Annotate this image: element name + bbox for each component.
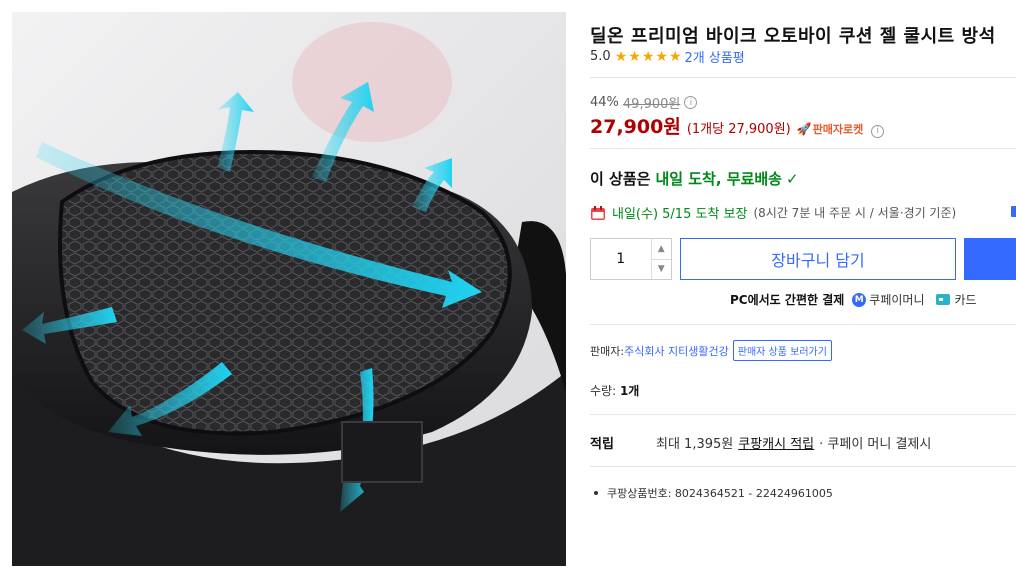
delivery-note: (8시간 7분 내 주문 시 / 서울·경기 기준) [753, 206, 957, 220]
star-icon: ★ [628, 48, 641, 65]
price-row: 27,900원 (1개당 27,900원) 🚀 판매자로켓 i [590, 112, 885, 139]
sale-price: 27,900원 [590, 116, 681, 138]
divider [590, 414, 1016, 415]
delivery-date: 내일(수) 5/15 도착 보장 [612, 207, 748, 222]
quantity-increase-button[interactable]: ▲ [652, 239, 672, 259]
divider [590, 148, 1016, 149]
card-label[interactable]: 카드 [954, 291, 976, 308]
reward-suffix: · 쿠페이 머니 결제시 [819, 437, 932, 452]
info-icon[interactable]: i [871, 124, 885, 138]
product-number-text: 쿠팡상품번호: 8024364521 - 22424961005 [607, 487, 833, 500]
quantity-stepper: 1 ▲ ▼ [590, 238, 672, 280]
unit-price: (1개당 27,900원) [686, 122, 791, 137]
payment-label: PC에서도 간편한 결제 [730, 293, 845, 307]
product-number: 쿠팡상품번호: 8024364521 - 22424961005 [594, 485, 833, 501]
rating-row: 5.0 ★ ★ ★ ★ ★ 2개 상품평 [590, 47, 745, 66]
card-icon [936, 294, 951, 305]
divider [590, 324, 1016, 325]
bullet [594, 491, 598, 495]
payment-options: PC에서도 간편한 결제 M 쿠페이머니 카드 [730, 291, 977, 308]
product-info-panel: 딜온 프리미엄 바이크 오토바이 쿠션 젤 쿨시트 방석 5.0 ★ ★ ★ ★ ★ 2… [590, 0, 1016, 574]
seller-label: 판매자: [590, 344, 625, 358]
delivery-headline-highlight: 내일 도착, 무료배송 [655, 170, 782, 188]
calendar-icon [591, 205, 605, 220]
reward-label: 적립 [590, 437, 614, 452]
delivery-option-edge[interactable] [1011, 206, 1016, 217]
coupay-money-label[interactable]: 쿠페이머니 [869, 291, 924, 308]
quantity-arrows: ▲ ▼ [650, 239, 672, 280]
rocket-icon: 🚀 [796, 122, 812, 136]
quantity-decrease-button[interactable]: ▼ [651, 258, 671, 280]
star-icon: ★ [655, 48, 668, 65]
seller-name-link[interactable]: 주식회사 지티생활건강 [624, 343, 729, 359]
review-count-link[interactable]: 2개 상품평 [685, 47, 745, 66]
star-icon: ★ [641, 48, 655, 65]
delivery-detail: 내일(수) 5/15 도착 보장 (8시간 7분 내 주문 시 / 서울·경기 … [590, 203, 956, 222]
quantity-summary: 수량: 1개 [590, 382, 639, 399]
discount-rate: 44% [590, 95, 619, 110]
delivery-headline: 이 상품은 내일 도착, 무료배송 ✓ [590, 168, 799, 189]
seller-products-button[interactable]: 판매자 상품 보러가기 [732, 340, 832, 361]
delivery-headline-prefix: 이 상품은 [590, 170, 651, 188]
rating-score: 5.0 [590, 49, 611, 64]
quantity-input[interactable]: 1 [591, 239, 651, 279]
rating-stars[interactable]: ★ ★ ★ ★ ★ [615, 50, 682, 64]
seller-rocket-badge: 🚀 판매자로켓 [797, 121, 864, 137]
reward-row: 적립 최대 1,395원 쿠팡캐시 적립 · 쿠페이 머니 결제시 [590, 433, 931, 452]
quantity-summary-value: 1개 [619, 384, 640, 398]
check-icon: ✓ [785, 169, 799, 188]
buy-now-button[interactable] [964, 238, 1016, 280]
add-to-cart-button[interactable]: 장바구니 담기 [680, 238, 956, 280]
star-icon: ★ [614, 48, 628, 65]
divider [590, 466, 1016, 467]
star-icon: ★ [668, 48, 682, 65]
price-meta: 44% 49,900원 i [590, 93, 698, 112]
coupay-money-icon: M [852, 292, 867, 307]
info-icon[interactable]: i [684, 96, 698, 109]
product-title: 딜온 프리미엄 바이크 오토바이 쿠션 젤 쿨시트 방석 [590, 26, 996, 47]
seat-cushion-illustration [12, 12, 566, 566]
seller-row: 판매자: 주식회사 지티생활건강 판매자 상품 보러가기 [590, 340, 832, 361]
divider [590, 77, 1016, 78]
reward-cash-link[interactable]: 쿠팡캐시 적립 [738, 433, 814, 452]
original-price: 49,900원 [622, 97, 681, 112]
product-main-image[interactable] [12, 12, 566, 566]
reward-prefix: 최대 1,395원 [656, 437, 734, 452]
quantity-summary-label: 수량: [590, 384, 617, 398]
seller-rocket-label: 판매자로켓 [812, 123, 864, 136]
